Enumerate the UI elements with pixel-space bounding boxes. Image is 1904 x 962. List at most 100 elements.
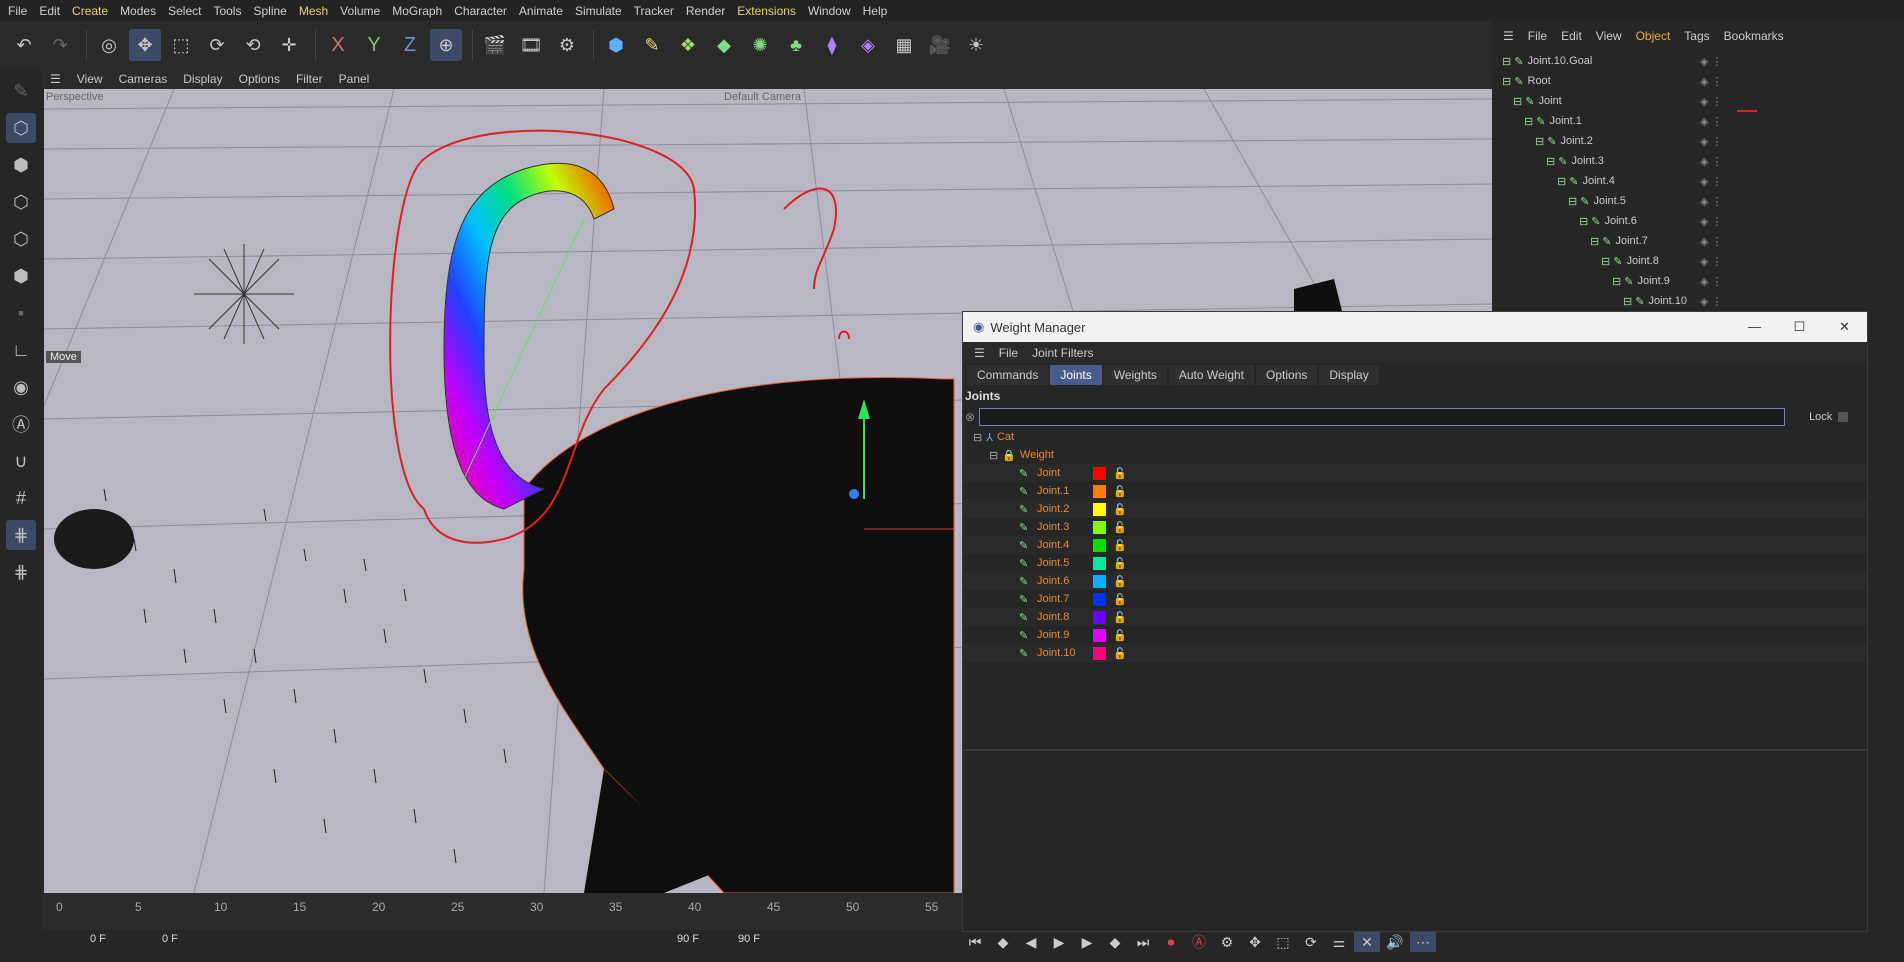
hamburger-icon[interactable]: ☰ [967, 346, 992, 360]
joint-row[interactable]: ✎ Joint 🔓 [963, 464, 1867, 482]
polygons-mode-icon[interactable]: ⬢ [6, 261, 36, 291]
collapse-icon[interactable]: ⊟ [989, 449, 998, 462]
object-menu-file[interactable]: File [1521, 29, 1554, 43]
grid-snap-icon[interactable]: ⋕ [6, 557, 36, 587]
close-icon[interactable]: ✕ [1822, 319, 1867, 335]
menu-select[interactable]: Select [162, 4, 207, 18]
menu-mesh[interactable]: Mesh [293, 4, 334, 18]
visibility-toggle-icon[interactable]: ◈ ⋮ [1700, 235, 1723, 248]
texture-mode-icon[interactable]: ⬢ [6, 150, 36, 180]
tree-weight-tag[interactable]: Weight [1020, 449, 1054, 461]
key-pla-icon[interactable]: ✕ [1354, 932, 1380, 952]
menu-tracker[interactable]: Tracker [628, 4, 680, 18]
light-icon[interactable]: ☀ [960, 29, 992, 61]
menu-help[interactable]: Help [857, 4, 894, 18]
joint-color-swatch[interactable] [1093, 592, 1106, 606]
panel-splitter[interactable] [963, 749, 1867, 751]
next-key-icon[interactable]: ◆ [1102, 932, 1128, 952]
menu-tools[interactable]: Tools [207, 4, 247, 18]
joint-row[interactable]: ✎ Joint.10 🔓 [963, 644, 1867, 662]
tab-weights[interactable]: Weights [1103, 364, 1167, 385]
go-to-start-icon[interactable]: ⏮ [962, 932, 988, 952]
points-mode-icon[interactable]: ⬡ [6, 187, 36, 217]
menu-render[interactable]: Render [680, 4, 731, 18]
menu-animate[interactable]: Animate [513, 4, 569, 18]
tab-commands[interactable]: Commands [967, 364, 1049, 385]
auto-key-icon[interactable]: Ⓐ [6, 409, 36, 439]
tab-display[interactable]: Display [1319, 364, 1379, 385]
coordinate-system-icon[interactable]: ⊕ [430, 29, 462, 61]
solo-icon[interactable]: ◉ [6, 372, 36, 402]
menu-window[interactable]: Window [802, 4, 857, 18]
lock-icon[interactable]: 🔓 [1113, 521, 1127, 534]
visibility-toggle-icon[interactable]: ◈ ⋮ [1700, 175, 1723, 188]
timeline-ruler[interactable]: 0 5 10 15 20 25 30 35 40 45 50 55 [42, 893, 962, 930]
viewport-menu-display[interactable]: Display [175, 72, 230, 86]
object-menu-view[interactable]: View [1589, 29, 1629, 43]
prev-frame-icon[interactable]: ◀ [1018, 932, 1044, 952]
rotate-tool-icon[interactable]: ⟳ [201, 29, 233, 61]
end-frame-field[interactable]: 90 F [677, 933, 699, 945]
magnet-icon[interactable]: ∪ [6, 446, 36, 476]
key-rotation-icon[interactable]: ⟳ [1298, 932, 1324, 952]
joint-row[interactable]: ✎ Joint.7 🔓 [963, 590, 1867, 608]
floor-icon[interactable]: ▦ [888, 29, 920, 61]
key-position-icon[interactable]: ✥ [1242, 932, 1268, 952]
object-row[interactable]: ⊟ ✎ Joint.2 ◈ ⋮ [1492, 131, 1904, 151]
menu-character[interactable]: Character [448, 4, 513, 18]
visibility-toggle-icon[interactable]: ◈ ⋮ [1700, 75, 1723, 88]
extrude-generator-icon[interactable]: ◆ [708, 29, 740, 61]
viewport-menu-filter[interactable]: Filter [288, 72, 331, 86]
lock-icon[interactable]: 🔓 [1113, 503, 1127, 516]
visibility-toggle-icon[interactable]: ◈ ⋮ [1700, 95, 1723, 108]
object-row[interactable]: ⊟ ✎ Root ◈ ⋮ [1492, 71, 1904, 91]
recent-tools-icon[interactable]: ⟲ [237, 29, 269, 61]
z-axis-lock-icon[interactable]: Z [394, 29, 426, 61]
key-param-icon[interactable]: ⚌ [1326, 932, 1352, 952]
redo-icon[interactable]: ↷ [44, 29, 76, 61]
object-row[interactable]: ⊟ ✎ Joint.3 ◈ ⋮ [1492, 151, 1904, 171]
scale-tool-icon[interactable]: ⬚ [165, 29, 197, 61]
joint-row[interactable]: ✎ Joint.2 🔓 [963, 500, 1867, 518]
keyframe-settings-icon[interactable]: ⚙ [1214, 932, 1240, 952]
live-select-icon[interactable]: ◎ [93, 29, 125, 61]
clear-search-icon[interactable]: ⊗ [965, 410, 975, 424]
wm-menu-file[interactable]: File [992, 346, 1025, 360]
visibility-toggle-icon[interactable]: ◈ ⋮ [1700, 295, 1723, 308]
viewport-menu-cameras[interactable]: Cameras [111, 72, 176, 86]
hamburger-icon[interactable]: ☰ [1496, 29, 1521, 43]
lock-icon[interactable]: 🔓 [1113, 575, 1127, 588]
hamburger-icon[interactable]: ☰ [42, 72, 69, 86]
joint-row[interactable]: ✎ Joint.1 🔓 [963, 482, 1867, 500]
menu-file[interactable]: File [2, 4, 33, 18]
joint-color-swatch[interactable] [1093, 466, 1106, 480]
viewport-menu-panel[interactable]: Panel [331, 72, 378, 86]
spline-pen-icon[interactable]: ✎ [636, 29, 668, 61]
tab-options[interactable]: Options [1256, 364, 1318, 385]
joint-row[interactable]: ✎ Joint.4 🔓 [963, 536, 1867, 554]
menu-create[interactable]: Create [66, 4, 114, 18]
joint-color-swatch[interactable] [1093, 538, 1106, 552]
go-to-end-icon[interactable]: ⏭ [1130, 932, 1156, 952]
object-row[interactable]: ⊟ ✎ Joint.10 ◈ ⋮ [1492, 291, 1904, 311]
workplane-icon[interactable]: # [6, 483, 36, 513]
weight-manager-titlebar[interactable]: ◉ Weight Manager — ☐ ✕ [963, 312, 1867, 342]
viewport-menu-view[interactable]: View [69, 72, 111, 86]
joint-row[interactable]: ✎ Joint.5 🔓 [963, 554, 1867, 572]
joint-color-swatch[interactable] [1093, 628, 1106, 642]
joint-color-swatch[interactable] [1093, 610, 1106, 624]
tab-joints[interactable]: Joints [1050, 364, 1102, 385]
joint-color-swatch[interactable] [1093, 502, 1106, 516]
x-axis-lock-icon[interactable]: X [322, 29, 354, 61]
autokey-icon[interactable]: Ⓐ [1186, 932, 1212, 952]
visibility-toggle-icon[interactable]: ◈ ⋮ [1700, 215, 1723, 228]
lock-checkbox[interactable] [1838, 412, 1849, 422]
lock-icon[interactable]: 🔓 [1113, 557, 1127, 570]
object-row[interactable]: ⊟ ✎ Joint.1 ◈ ⋮ [1492, 111, 1904, 131]
maximize-icon[interactable]: ☐ [1777, 319, 1822, 335]
cube-object-icon[interactable]: ⬢ [600, 29, 632, 61]
object-row[interactable]: ⊟ ✎ Joint.7 ◈ ⋮ [1492, 231, 1904, 251]
mograph-cloner-icon[interactable]: ♣ [780, 29, 812, 61]
joint-color-swatch[interactable] [1093, 574, 1106, 588]
deformer-icon[interactable]: ⧫ [816, 29, 848, 61]
